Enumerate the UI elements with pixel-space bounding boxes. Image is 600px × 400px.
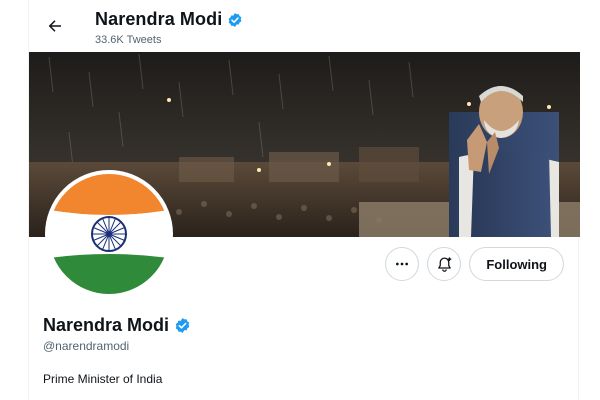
verified-badge-icon (228, 12, 242, 27)
arrow-left-icon (48, 20, 61, 32)
profile-name: Narendra Modi (43, 315, 170, 335)
following-button[interactable]: Following (469, 247, 564, 281)
back-button[interactable] (41, 12, 69, 40)
profile-handle: @narendramodi (43, 339, 130, 353)
profile-bio: Prime Minister of India (43, 372, 163, 386)
india-flag-avatar (49, 174, 169, 294)
more-button[interactable] (385, 247, 420, 281)
notifications-button[interactable] (427, 247, 462, 281)
header-name: Narendra Modi (95, 9, 223, 29)
verified-badge-icon (175, 318, 190, 333)
avatar[interactable] (45, 170, 173, 298)
profile-page: Narendra Modi 33.6K Tweets Following Nar… (28, 0, 580, 400)
profile-actions: Following (385, 247, 564, 281)
bell-plus-icon (438, 256, 452, 272)
tweet-count: 33.6K Tweets (95, 34, 162, 46)
profile-header: Narendra Modi 33.6K Tweets (29, 0, 580, 52)
header-title: Narendra Modi (95, 9, 243, 30)
more-dots-icon (396, 262, 409, 266)
profile-name-row: Narendra Modi (43, 315, 191, 336)
